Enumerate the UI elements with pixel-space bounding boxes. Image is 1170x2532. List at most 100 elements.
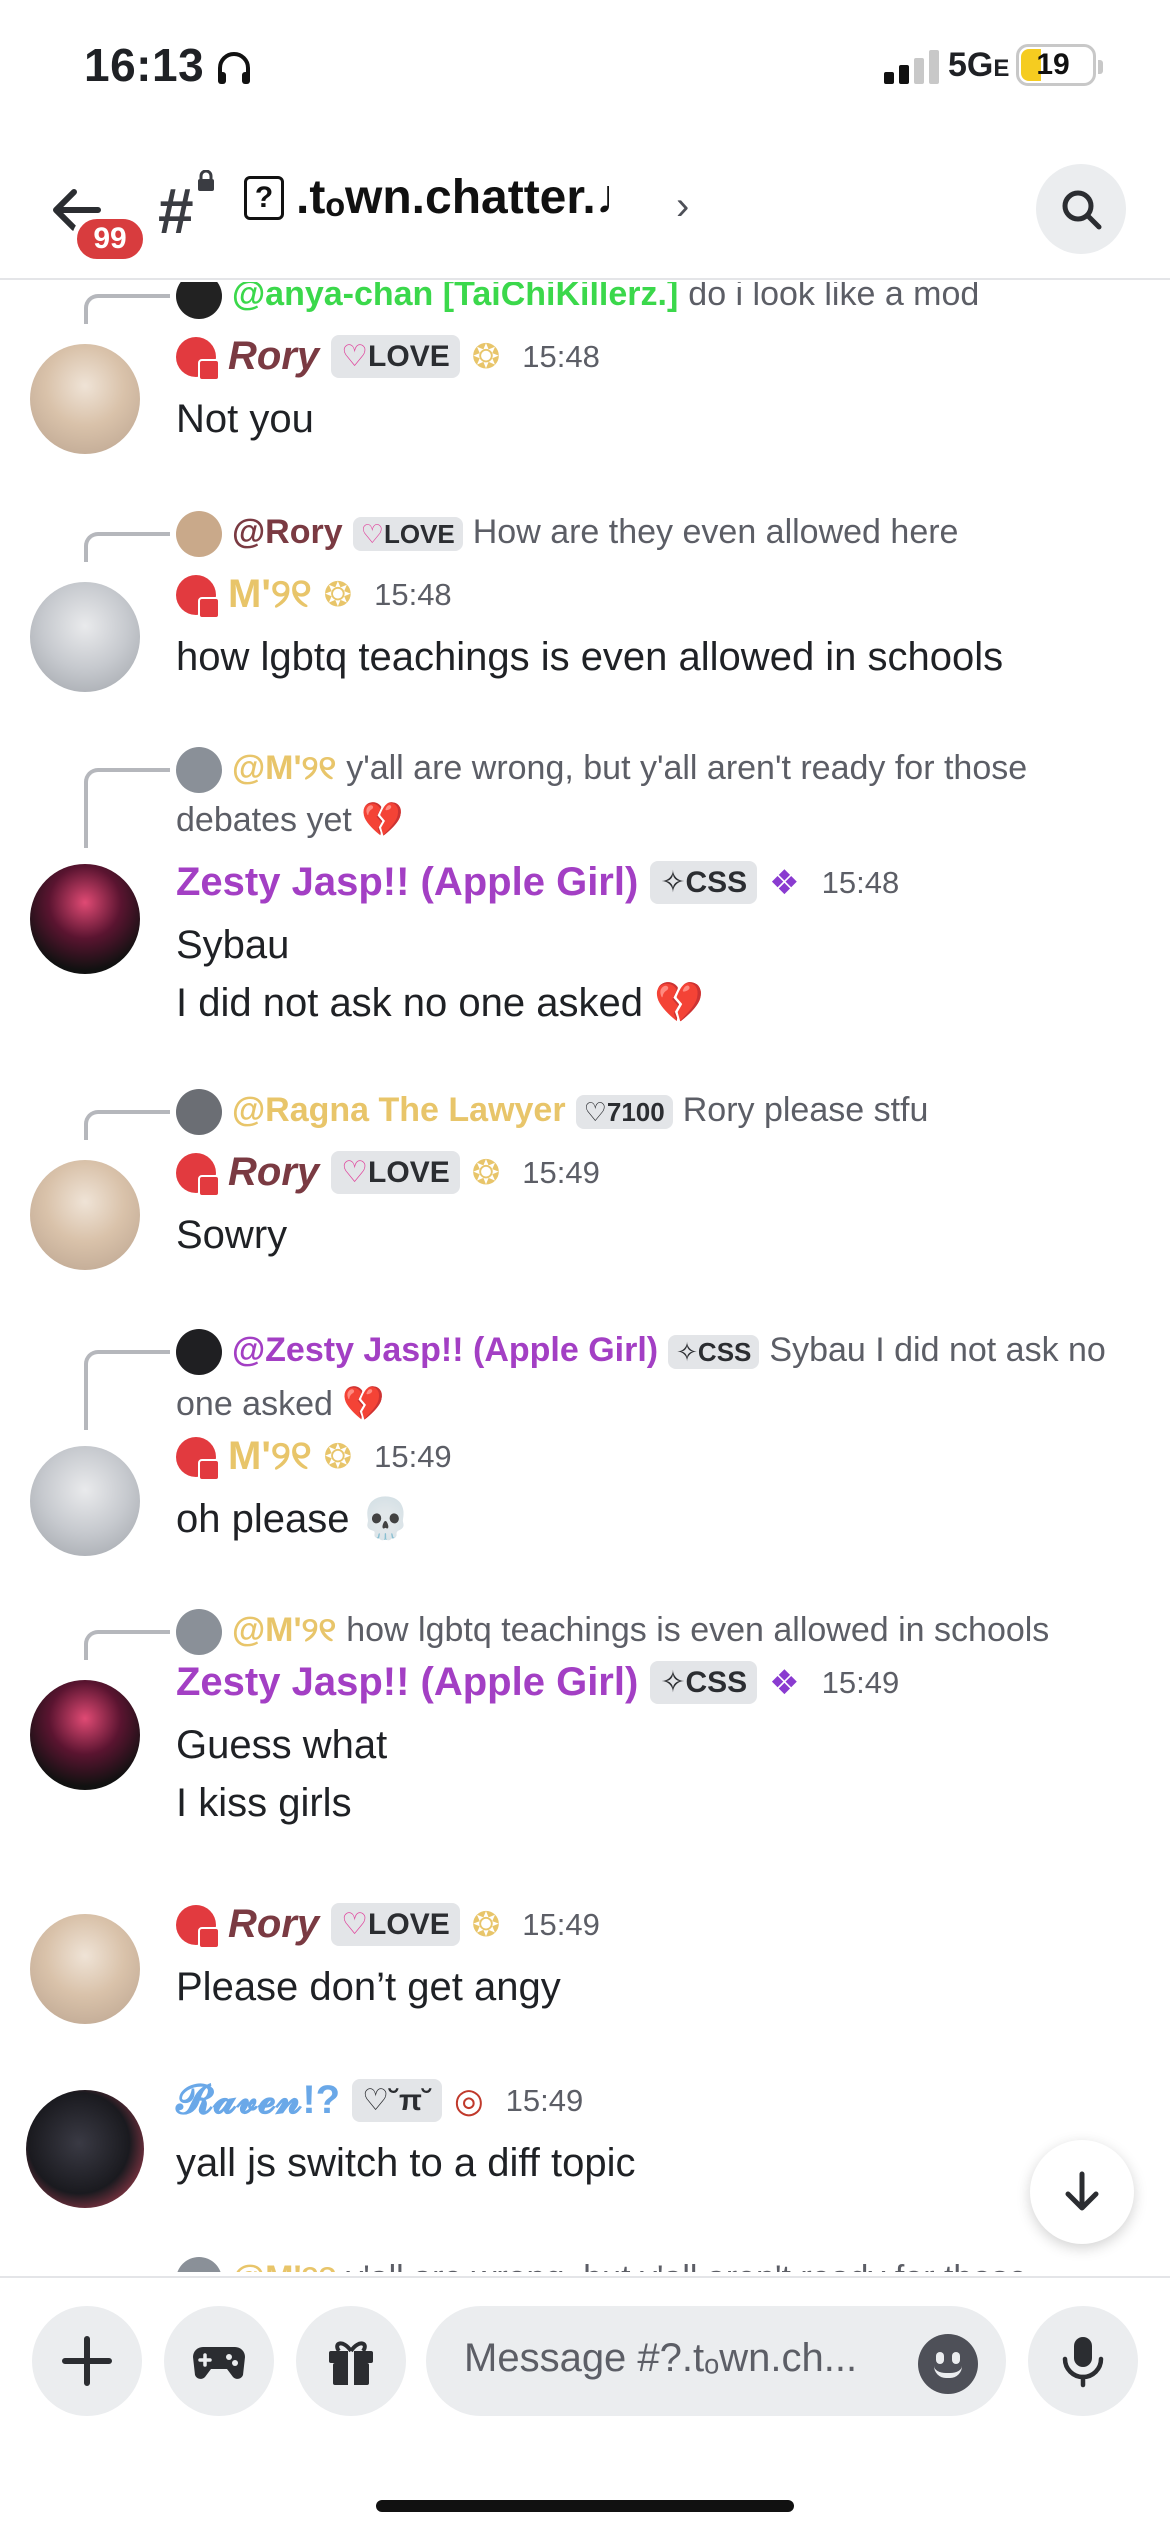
- message-text: I did not ask no one asked 💔: [176, 981, 704, 1025]
- swirl-icon: ❂: [323, 1437, 353, 1476]
- author-name[interactable]: Rory: [228, 1902, 319, 1947]
- avatar[interactable]: [30, 1680, 140, 1790]
- composer-bar: Message #?.tₒwn.ch...: [0, 2276, 1170, 2532]
- role-tag: ♡LOVE: [331, 1903, 460, 1946]
- timestamp: 15:48: [522, 338, 600, 374]
- reply-avatar: [176, 282, 222, 320]
- timestamp: 15:49: [821, 1664, 900, 1700]
- reply-avatar: [176, 1089, 222, 1136]
- jump-to-bottom-button[interactable]: [1030, 2140, 1134, 2244]
- avatar[interactable]: [30, 1914, 140, 2024]
- add-attachment-button[interactable]: [32, 2306, 142, 2416]
- role-icon: [176, 336, 220, 381]
- channel-header: 99 # ? .tₒwn.chatter.♩ ›: [0, 140, 1170, 280]
- gift-icon: [329, 2341, 373, 2385]
- message-text: Please don’t get angy: [176, 1965, 561, 2009]
- heart-icon: ♡: [360, 519, 384, 549]
- heart-icon: ♡: [362, 2084, 389, 2117]
- timestamp: 15:49: [522, 1154, 600, 1190]
- battery-indicator: 19: [1016, 44, 1103, 86]
- avatar[interactable]: [30, 344, 140, 454]
- search-button[interactable]: [1036, 164, 1126, 254]
- reply-preview[interactable]: @M'୨୧y'all are wrong, but y'all aren't r…: [176, 742, 1130, 846]
- channel-hash-icon: #: [158, 175, 194, 247]
- author-name[interactable]: M'୨୧: [228, 1434, 312, 1479]
- message-input[interactable]: Message #?.tₒwn.ch...: [426, 2306, 1006, 2416]
- role-tag: ✧CSS: [650, 861, 758, 904]
- gamepad-icon: [193, 2347, 245, 2379]
- avatar[interactable]: [26, 2090, 144, 2208]
- crystal-icon: ❖: [769, 863, 800, 902]
- role-icon: [176, 574, 220, 619]
- heart-icon: ♡: [583, 1097, 607, 1127]
- crystal-icon: ❖: [769, 1663, 800, 1702]
- message-text: Sybau: [176, 923, 290, 967]
- channel-name[interactable]: ? .tₒwn.chatter.♩: [244, 170, 644, 225]
- lock-icon: [198, 170, 214, 191]
- diamond-icon: ✧: [676, 1337, 698, 1367]
- message-text: I kiss girls: [176, 1781, 352, 1825]
- role-icon: [176, 1904, 220, 1949]
- author-name[interactable]: Zesty Jasp!! (Apple Girl): [176, 860, 638, 905]
- role-tag: ✧CSS: [650, 1661, 758, 1704]
- search-icon: [1062, 190, 1102, 230]
- message-input-placeholder: Message #?.tₒwn.ch...: [464, 2336, 858, 2380]
- home-indicator: [376, 2500, 794, 2512]
- gift-button[interactable]: [296, 2306, 406, 2416]
- microphone-icon: [1062, 2337, 1104, 2388]
- heart-icon: ♡: [341, 1156, 369, 1189]
- reply-preview[interactable]: @Zesty Jasp!! (Apple Girl) ✧CSS Sybau I di…: [176, 1324, 1130, 1430]
- network-type: 5GE: [948, 46, 1010, 84]
- avatar[interactable]: [30, 1160, 140, 1270]
- message-text: Not you: [176, 397, 314, 441]
- timestamp: 15:49: [505, 2082, 584, 2118]
- status-time: 16:13: [84, 39, 205, 91]
- message-text: how lgbtq teachings is even allowed in s…: [176, 635, 1004, 679]
- timestamp: 15:48: [821, 864, 900, 900]
- emoji-icon[interactable]: [918, 2334, 978, 2394]
- swirl-icon: ❂: [323, 575, 353, 614]
- author-name[interactable]: 𝓡𝓪𝓿𝓮𝓷!?: [176, 2078, 340, 2123]
- heart-icon: ♡: [341, 1908, 369, 1941]
- reply-preview[interactable]: @Rory ♡LOVE How are they even allowed here: [176, 506, 1130, 560]
- role-tag: ♡LOVE: [352, 517, 463, 551]
- reply-avatar: [176, 511, 222, 558]
- avatar[interactable]: [30, 582, 140, 692]
- message-text: yall js switch to a diff topic: [176, 2141, 636, 2185]
- avatar[interactable]: [30, 864, 140, 974]
- swirl-icon: ❂: [471, 337, 501, 376]
- reply-preview[interactable]: @M'୨୧ how lgbtq teachings is even allowed…: [176, 1604, 1130, 1656]
- avatar[interactable]: [30, 1446, 140, 1556]
- message-text: oh please 💀: [176, 1497, 411, 1541]
- author-name[interactable]: Zesty Jasp!! (Apple Girl): [176, 1660, 638, 1705]
- role-tag: ♡LOVE: [331, 335, 460, 378]
- message-text: Sowry: [176, 1213, 288, 1257]
- role-tag: ✧CSS: [668, 1335, 760, 1369]
- reply-preview[interactable]: @anya-chan [TaiChiKillerz.] do i look lik…: [176, 282, 1130, 320]
- plus-icon: [62, 2336, 112, 2386]
- author-name[interactable]: Rory: [228, 1150, 319, 1195]
- unread-badge: 99: [72, 214, 148, 264]
- activities-button[interactable]: [164, 2306, 274, 2416]
- swirl-icon: ❂: [471, 1153, 501, 1192]
- timestamp: 15:49: [522, 1906, 600, 1942]
- reply-avatar: [176, 747, 222, 794]
- diamond-icon: ✧: [660, 866, 686, 899]
- reply-preview[interactable]: @M'୨୧y'all are wrong, but y'all aren't r…: [176, 2252, 1130, 2272]
- heart-icon: ♡: [341, 340, 369, 373]
- role-tag: ♡7100: [575, 1095, 673, 1129]
- swirl-icon: ❂: [471, 1905, 501, 1944]
- headphones-icon: [218, 52, 250, 84]
- author-name[interactable]: Rory: [228, 334, 319, 379]
- diamond-icon: ✧: [660, 1666, 686, 1699]
- role-tag: ♡LOVE: [331, 1151, 460, 1194]
- coins-icon: ◎: [453, 2081, 484, 2120]
- timestamp: 15:48: [374, 576, 452, 612]
- chevron-right-icon[interactable]: ›: [676, 184, 689, 229]
- message-list[interactable]: @anya-chan [TaiChiKillerz.] do i look lik…: [0, 282, 1170, 2272]
- voice-message-button[interactable]: [1028, 2306, 1138, 2416]
- role-icon: [176, 1152, 220, 1197]
- reply-preview[interactable]: @Ragna The Lawyer ♡7100 Rory please stfu: [176, 1084, 1130, 1138]
- author-name[interactable]: M'୨୧: [228, 572, 312, 617]
- reply-avatar: [176, 1609, 222, 1656]
